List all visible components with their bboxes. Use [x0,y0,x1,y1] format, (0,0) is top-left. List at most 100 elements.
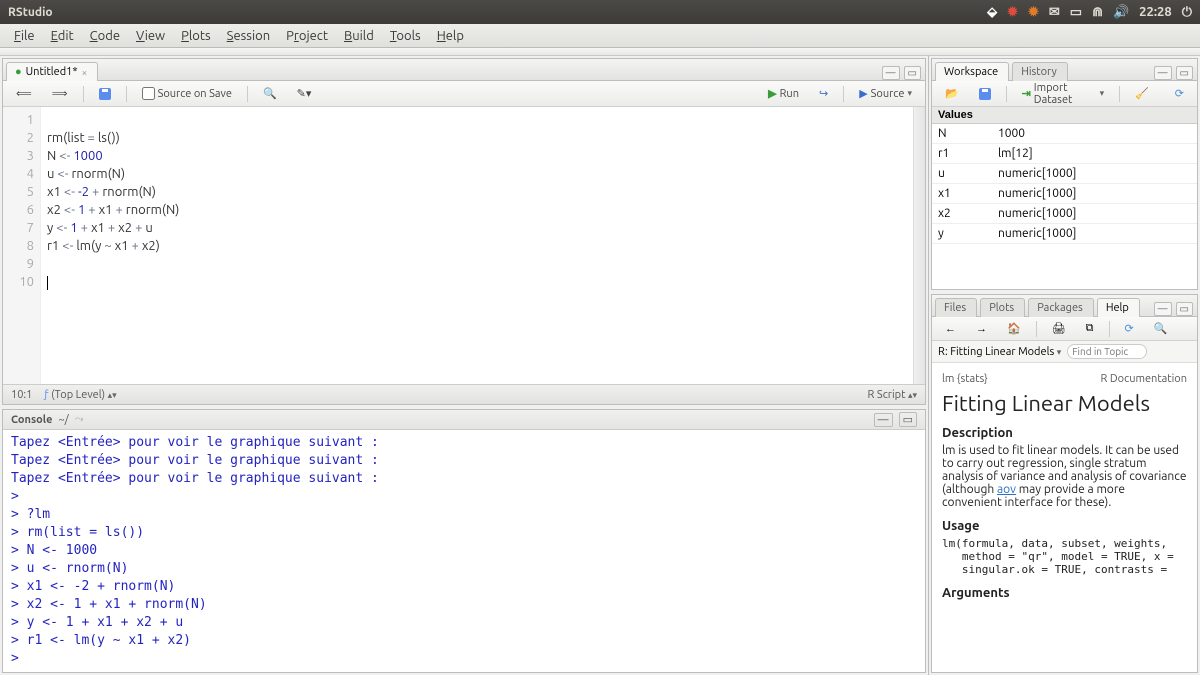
help-desc: lm is used to fit linear models. It can … [942,444,1187,509]
import-dataset-button[interactable]: ⇥ Import Dataset ▾ [1015,80,1112,108]
menu-help[interactable]: Help [429,27,472,45]
help-crumb-label[interactable]: R: Fitting Linear Models ▾ [938,346,1061,358]
editor[interactable]: 12345678910 rm(list = ls()) N <- 1000 u … [3,107,925,384]
menu-view[interactable]: View [128,27,173,45]
rscript-icon: ● [15,66,22,78]
cursor-pos: 10:1 [11,389,32,401]
maximize-icon[interactable]: ▭ [1176,302,1193,316]
battery-icon[interactable]: ▭ [1070,5,1082,20]
console-title: Console [11,414,52,426]
menu-file[interactable]: File [6,27,43,45]
help-home-button[interactable]: 🏠 [1000,320,1028,337]
dropbox-icon[interactable]: ⬙ [987,5,997,20]
rerun-button[interactable]: ↪ [812,85,835,102]
back-button[interactable]: ⟸ [9,85,39,102]
help-refresh-button[interactable]: ⟳ [1118,320,1141,337]
menubar: File Edit Code View Plots Session Projec… [0,24,1200,48]
power-icon[interactable]: ⏻ [1182,5,1192,20]
help-usage-h: Usage [942,519,1187,533]
disk-icon [979,88,991,100]
maximize-icon[interactable]: ▭ [899,412,917,427]
help-usage: lm(formula, data, subset, weights, metho… [942,537,1187,576]
forward-button[interactable]: ⟹ [45,85,75,102]
help-search[interactable]: 🔍 [1147,320,1175,337]
find-in-topic-input[interactable] [1067,344,1147,359]
minimize-icon[interactable]: — [874,413,893,427]
system-tray: ⬙ ✹ ✹ ✉ ▭ ⋒ 🔊 22:28 ⏻ [987,5,1192,20]
help-title: Fitting Linear Models [942,391,1187,416]
ws-row[interactable]: unumeric[1000] [932,164,1197,184]
wifi-icon[interactable]: ⋒ [1092,5,1103,20]
tab-workspace[interactable]: Workspace [935,62,1009,81]
menu-build[interactable]: Build [336,27,382,45]
tab-plots[interactable]: Plots [980,298,1025,317]
help-doclabel: R Documentation [1101,373,1188,385]
ws-row[interactable]: x2numeric[1000] [932,204,1197,224]
source-tab-untitled[interactable]: ● Untitled1* × [6,62,98,81]
scope-picker[interactable]: ƒ (Top Level) ▴▾ [44,389,116,401]
help-body[interactable]: lm {stats} R Documentation Fitting Linea… [932,363,1197,672]
help-pane: Files Plots Packages Help — ▭ ← → 🏠 🖨 ⧉ ⟳… [931,294,1198,673]
menu-project[interactable]: Project [278,27,336,45]
help-back-button[interactable]: ← [938,321,963,337]
gutter: 12345678910 [3,107,41,384]
aov-link[interactable]: aov [997,483,1016,496]
run-icon: ▶ [768,87,776,100]
console-cwd-icon[interactable]: ⤳ [75,413,84,426]
help-tabs: Files Plots Packages Help — ▭ [932,295,1197,317]
menu-tools[interactable]: Tools [382,27,429,45]
console-body[interactable]: Tapez <Entrée> pour voir le graphique su… [3,430,925,672]
help-forward-button[interactable]: → [969,321,994,337]
mail-icon[interactable]: ✉ [1049,5,1060,20]
tab-files[interactable]: Files [935,298,977,317]
ws-row[interactable]: N1000 [932,124,1197,144]
source-tab-label: Untitled1* [26,66,78,78]
open-button[interactable]: 📂 [938,85,966,102]
find-button[interactable]: 🔍 [256,85,284,102]
source-button[interactable]: ▶ Source ▾ [852,85,919,102]
bug2-icon[interactable]: ✹ [1028,5,1039,20]
help-desc-h: Description [942,426,1187,440]
help-crumb: R: Fitting Linear Models ▾ [932,341,1197,363]
values-header: Values [932,107,1197,124]
app-title: RStudio [8,6,53,19]
import-icon: ⇥ [1022,87,1031,100]
help-popout-button[interactable]: ⧉ [1079,320,1101,337]
workspace-toolbar: 📂 ⇥ Import Dataset ▾ 🧹 ⟳ [932,81,1197,107]
ws-row[interactable]: x1numeric[1000] [932,184,1197,204]
maximize-icon[interactable]: ▭ [1176,66,1193,80]
ws-row[interactable]: ynumeric[1000] [932,224,1197,244]
minimize-icon[interactable]: — [1154,66,1172,80]
tab-history[interactable]: History [1012,62,1068,81]
menu-session[interactable]: Session [219,27,278,45]
tab-help[interactable]: Help [1097,298,1140,317]
close-icon[interactable]: × [82,67,88,78]
save-button[interactable] [92,86,118,102]
clock[interactable]: 22:28 [1139,5,1172,19]
rerun-icon: ↪ [819,87,828,100]
help-nav: ← → 🏠 🖨 ⧉ ⟳ 🔍 [932,317,1197,341]
run-button[interactable]: ▶ Run [761,85,806,102]
help-pkg: lm {stats} [942,373,988,385]
minimize-icon[interactable]: — [1154,302,1172,316]
volume-icon[interactable]: 🔊 [1113,5,1129,20]
bug-icon[interactable]: ✹ [1007,5,1018,20]
save-ws-button[interactable] [972,86,998,102]
source-on-save-checkbox[interactable]: Source on Save [135,85,239,102]
clear-ws-button[interactable]: 🧹 [1128,85,1156,102]
menu-edit[interactable]: Edit [43,27,82,45]
console-cwd: ~/ [58,414,68,426]
scrollbar[interactable] [913,107,925,384]
menu-plots[interactable]: Plots [173,27,219,45]
menu-code[interactable]: Code [82,27,128,45]
wand-button[interactable]: ✎▾ [290,85,319,102]
file-type[interactable]: R Script ▴▾ [868,389,917,401]
ws-row[interactable]: r1lm[12] [932,144,1197,164]
maximize-icon[interactable]: ▭ [904,66,921,80]
minimize-icon[interactable]: — [882,66,900,80]
workspace-values: N1000r1lm[12]unumeric[1000]x1numeric[100… [932,124,1197,244]
refresh-button[interactable]: ⟳ [1168,85,1191,102]
code-area[interactable]: rm(list = ls()) N <- 1000 u <- rnorm(N) … [41,107,925,384]
help-print-button[interactable]: 🖨 [1045,320,1073,337]
tab-packages[interactable]: Packages [1028,298,1094,317]
